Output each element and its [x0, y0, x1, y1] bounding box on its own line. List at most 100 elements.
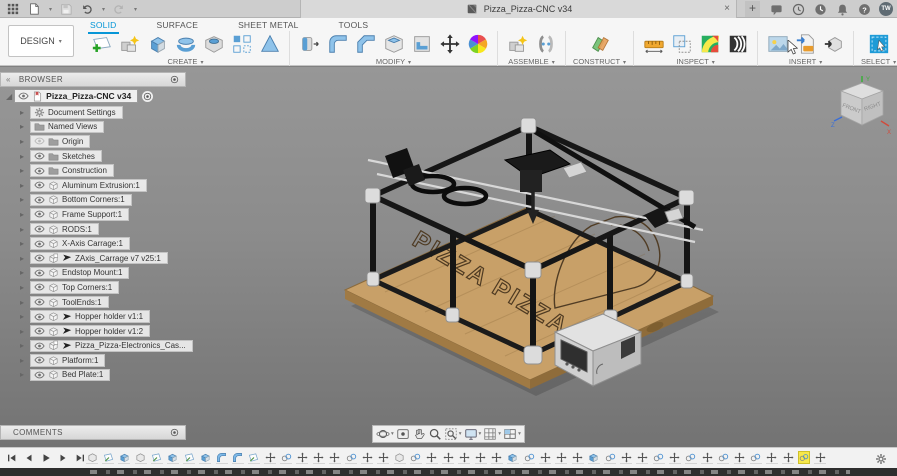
redo-icon[interactable]: [112, 2, 126, 16]
viewports-button[interactable]: ▾: [503, 427, 521, 441]
browser-item-pill[interactable]: Construction: [30, 164, 114, 177]
browser-item[interactable]: ▸ Sketches: [20, 149, 193, 164]
timeline-feature-move-icon[interactable]: [555, 451, 568, 464]
browser-item-pill[interactable]: Hopper holder v1:1: [30, 310, 151, 323]
visibility-eye-icon[interactable]: [34, 225, 45, 233]
fillet-button[interactable]: [325, 31, 350, 56]
timeline-feature-sketch-icon[interactable]: [150, 451, 163, 464]
timeline-feature-sketch-icon[interactable]: [247, 451, 260, 464]
panel-options-icon[interactable]: [170, 428, 179, 437]
timeline-feature-move-icon[interactable]: [490, 451, 503, 464]
fit-button[interactable]: ▾: [444, 427, 462, 441]
timeline-feature-move-icon[interactable]: [814, 451, 827, 464]
timeline-feature-move-icon[interactable]: [701, 451, 714, 464]
scale-button[interactable]: [409, 31, 434, 56]
browser-item-pill[interactable]: X-Axis Carrage:1: [30, 237, 130, 250]
undo-icon[interactable]: [80, 2, 94, 16]
zebra-button[interactable]: [725, 31, 750, 56]
timeline-feature-extrude-icon[interactable]: [506, 451, 519, 464]
group-dropdown-inspect[interactable]: INSPECT ▾: [676, 57, 714, 66]
timeline-feature-joint-icon[interactable]: [717, 451, 730, 464]
timeline-feature-move-icon[interactable]: [377, 451, 390, 464]
timeline-feature-move-icon[interactable]: [296, 451, 309, 464]
step-forward-button[interactable]: [57, 451, 69, 464]
browser-item[interactable]: ▸ Platform:1: [20, 353, 193, 368]
appearance-button[interactable]: [465, 31, 490, 56]
timeline-feature-joint-icon[interactable]: [604, 451, 616, 464]
timeline-feature-move-icon[interactable]: [765, 451, 778, 464]
browser-item[interactable]: ▸ Bed Plate:1: [20, 368, 193, 383]
expand-caret-icon[interactable]: ▸: [20, 298, 30, 307]
browser-item-pill[interactable]: Named Views: [30, 120, 105, 134]
display-settings-button[interactable]: ▾: [464, 427, 481, 441]
expand-caret-icon[interactable]: ▸: [20, 341, 30, 350]
browser-item[interactable]: ▸ Frame Support:1: [20, 207, 193, 222]
visibility-eye-icon[interactable]: [34, 356, 45, 364]
zoom-button[interactable]: [428, 427, 442, 441]
timeline-feature-fillet-icon[interactable]: [215, 451, 228, 464]
visibility-eye-icon[interactable]: [34, 152, 45, 160]
workspace-design-dropdown[interactable]: DESIGN ▾: [8, 25, 74, 57]
revolve-button[interactable]: [173, 31, 198, 56]
measure-button[interactable]: [641, 31, 666, 56]
group-dropdown-modify[interactable]: MODIFY ▾: [376, 57, 411, 66]
browser-item-pill[interactable]: Aluminum Extrusion:1: [30, 179, 147, 192]
collapse-left-icon[interactable]: «: [6, 75, 11, 84]
browser-item-pill[interactable]: Sketches: [30, 149, 102, 163]
browser-item-pill[interactable]: Top Corners:1: [30, 281, 120, 294]
expand-caret-icon[interactable]: ▸: [20, 312, 30, 321]
browser-item-pill[interactable]: Document Settings: [30, 106, 123, 119]
browser-item-pill[interactable]: Frame Support:1: [30, 208, 130, 221]
interference-button[interactable]: [669, 31, 694, 56]
play-button[interactable]: [40, 451, 52, 464]
move-button[interactable]: [437, 31, 462, 56]
pattern-button[interactable]: [229, 31, 254, 56]
timeline-feature-extrude-icon[interactable]: [199, 451, 212, 464]
visibility-eye-icon[interactable]: [34, 254, 45, 262]
thread-button[interactable]: [257, 31, 282, 56]
timeline-feature-fillet-icon[interactable]: [231, 451, 244, 464]
new-tab-button[interactable]: +: [745, 1, 760, 17]
browser-item[interactable]: ▸ Document Settings: [20, 105, 193, 120]
browser-item[interactable]: ▸ Endstop Mount:1: [20, 266, 193, 281]
timeline-feature-move-icon[interactable]: [361, 451, 374, 464]
browser-item[interactable]: ▸ X-Axis Carrage:1: [20, 236, 193, 251]
skip-end-button[interactable]: [74, 451, 86, 464]
visibility-eye-icon[interactable]: [34, 283, 45, 291]
extrude-button[interactable]: [145, 31, 170, 56]
visibility-eye-icon[interactable]: [34, 342, 45, 350]
timeline-feature-move-icon[interactable]: [442, 451, 455, 464]
group-dropdown-create[interactable]: CREATE ▾: [168, 57, 204, 66]
expand-caret-icon[interactable]: ▸: [20, 166, 30, 175]
step-back-button[interactable]: [23, 451, 35, 464]
insert-mesh-button[interactable]: [821, 31, 846, 56]
expand-caret-icon[interactable]: ▸: [20, 356, 30, 365]
browser-item[interactable]: ▸ Aluminum Extrusion:1: [20, 178, 193, 193]
browser-item-pill[interactable]: RODS:1: [30, 222, 99, 236]
visibility-eye-icon[interactable]: [34, 240, 45, 248]
expand-caret-icon[interactable]: ▸: [20, 327, 30, 336]
expand-caret-icon[interactable]: ▸: [20, 181, 30, 190]
timeline-feature-extrude-icon[interactable]: [118, 451, 131, 464]
comments-panel-header[interactable]: COMMENTS: [0, 425, 186, 440]
recent-files-icon[interactable]: [791, 2, 805, 16]
timeline-feature-joint-icon[interactable]: [652, 451, 665, 464]
group-dropdown-assemble[interactable]: ASSEMBLE ▾: [508, 57, 555, 66]
timeline-feature-move-icon[interactable]: [425, 451, 438, 464]
browser-item-pill[interactable]: ToolEnds:1: [30, 295, 109, 309]
new-component-button[interactable]: [505, 31, 530, 56]
expand-caret-icon[interactable]: ▸: [20, 225, 30, 234]
grid-display-button[interactable]: ▾: [483, 427, 501, 441]
browser-panel-header[interactable]: « BROWSER: [0, 72, 186, 87]
user-avatar[interactable]: TW: [879, 2, 893, 16]
browser-item-pill[interactable]: Bottom Corners:1: [30, 193, 132, 207]
root-component-pill[interactable]: Pizza_Pizza-CNC v34: [14, 89, 139, 103]
timeline-feature-move-icon[interactable]: [312, 451, 325, 464]
timeline-feature-joint-icon[interactable]: [345, 451, 357, 464]
timeline-feature-joint-icon[interactable]: [684, 451, 697, 464]
browser-item-pill[interactable]: Hopper holder v1:2: [30, 324, 151, 338]
browser-item[interactable]: ▸ ToolEnds:1: [20, 295, 193, 310]
browser-item[interactable]: ▸ RODS:1: [20, 222, 193, 237]
timeline-feature-extrude-icon[interactable]: [166, 451, 179, 464]
timeline-feature-move-icon[interactable]: [458, 451, 471, 464]
